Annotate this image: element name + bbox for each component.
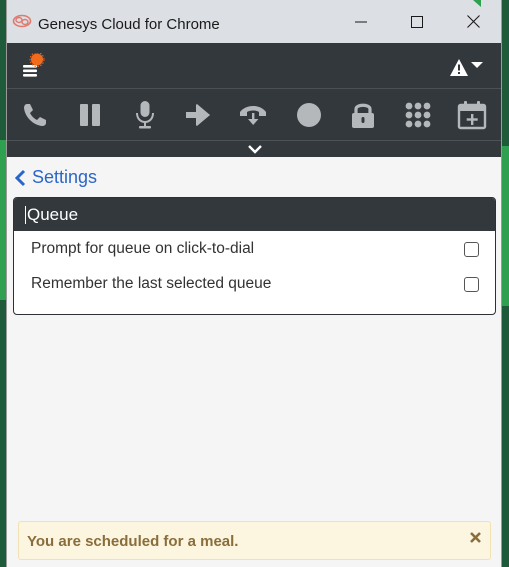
option-row-prompt-queue[interactable]: Prompt for queue on click-to-dial bbox=[14, 234, 495, 264]
genesys-logo-icon bbox=[12, 13, 32, 29]
queue-settings-panel: Queue Prompt for queue on click-to-dial … bbox=[13, 197, 496, 315]
chevron-down-icon bbox=[248, 145, 262, 154]
option-row-remember-queue[interactable]: Remember the last selected queue bbox=[14, 269, 495, 299]
close-icon bbox=[470, 532, 481, 543]
panel-header: Queue bbox=[14, 198, 495, 231]
minimize-icon bbox=[355, 21, 367, 22]
back-link-label: Settings bbox=[32, 167, 98, 187]
maximize-button[interactable] bbox=[389, 0, 445, 43]
window-title: Genesys Cloud for Chrome bbox=[38, 16, 220, 33]
app-window: Genesys Cloud for Chrome Settings Queue … bbox=[6, 0, 502, 567]
pause-icon[interactable] bbox=[73, 98, 107, 132]
microphone-icon[interactable] bbox=[128, 98, 162, 132]
option-label: Prompt for queue on click-to-dial bbox=[31, 240, 255, 257]
title-bar[interactable]: Genesys Cloud for Chrome bbox=[7, 0, 501, 43]
settings-content: Settings Queue Prompt for queue on click… bbox=[7, 157, 501, 567]
transfer-arrow-icon[interactable] bbox=[181, 98, 215, 132]
app-header bbox=[7, 43, 501, 88]
chevron-down-icon bbox=[471, 62, 483, 68]
alerts-dropdown-button[interactable] bbox=[449, 58, 489, 82]
minimize-button[interactable] bbox=[333, 0, 389, 43]
dialpad-icon[interactable] bbox=[401, 98, 435, 132]
background-window-edge bbox=[501, 146, 509, 306]
panel-title: Queue bbox=[27, 204, 79, 224]
hamburger-menu-icon bbox=[23, 52, 45, 77]
call-controls-toolbar bbox=[7, 88, 501, 140]
schedule-callback-icon[interactable] bbox=[455, 98, 489, 132]
chevron-left-icon bbox=[15, 169, 26, 186]
option-label: Remember the last selected queue bbox=[31, 275, 272, 292]
close-icon bbox=[466, 15, 480, 28]
warning-icon bbox=[450, 59, 483, 76]
toolbar-expand-toggle[interactable] bbox=[7, 140, 501, 157]
voicemail-drop-icon[interactable] bbox=[236, 98, 270, 132]
meal-schedule-notice: You are scheduled for a meal. bbox=[18, 521, 491, 560]
prompt-queue-checkbox[interactable] bbox=[464, 241, 479, 257]
lock-icon[interactable] bbox=[346, 98, 380, 132]
remember-queue-checkbox[interactable] bbox=[464, 276, 479, 292]
dismiss-notice-button[interactable] bbox=[468, 530, 484, 546]
menu-button[interactable] bbox=[21, 52, 49, 79]
background-window-edge bbox=[473, 0, 481, 7]
maximize-icon bbox=[411, 15, 423, 28]
back-to-settings-link[interactable]: Settings bbox=[15, 167, 97, 188]
text-cursor bbox=[25, 205, 26, 224]
record-icon[interactable] bbox=[292, 98, 326, 132]
phone-icon[interactable] bbox=[18, 98, 52, 132]
notification-badge-icon bbox=[29, 52, 45, 67]
notice-text: You are scheduled for a meal. bbox=[27, 533, 239, 550]
